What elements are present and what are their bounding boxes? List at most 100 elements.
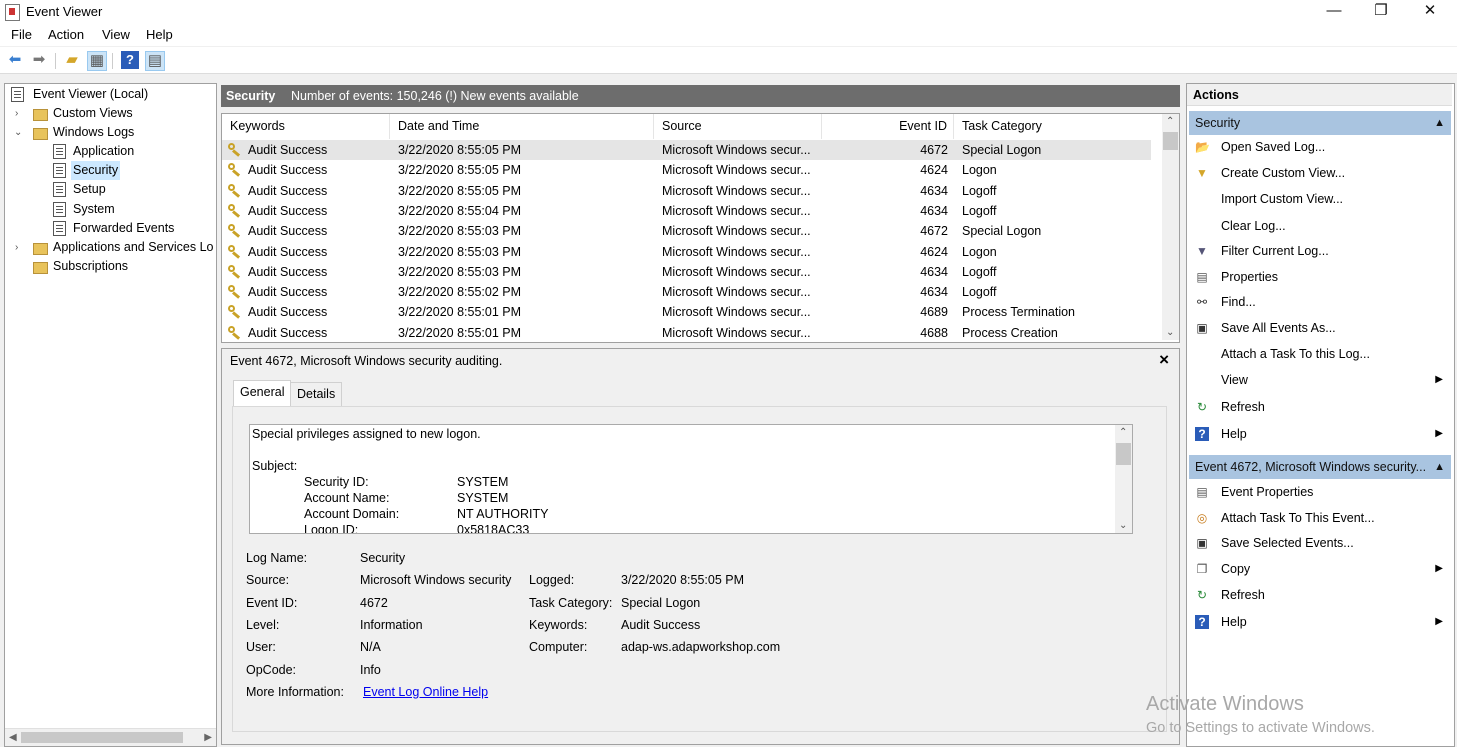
maximize-button[interactable]: ❐ bbox=[1358, 0, 1404, 24]
scroll-left-icon[interactable]: ◀ bbox=[9, 732, 17, 743]
close-button[interactable]: ✕ bbox=[1407, 0, 1453, 24]
action-label: Event Properties bbox=[1221, 485, 1314, 499]
table-row[interactable]: Audit Success 3/22/2020 8:55:04 PM Microso… bbox=[222, 201, 1151, 221]
tab-general[interactable]: General bbox=[233, 380, 292, 407]
action-item[interactable]: ▣ Save All Events As... bbox=[1189, 316, 1447, 340]
tab-details[interactable]: Details bbox=[290, 382, 343, 406]
menu-action[interactable]: Action bbox=[48, 27, 84, 42]
collapse-icon[interactable]: ▲ bbox=[1434, 455, 1445, 479]
column-header-task-category[interactable]: Task Category bbox=[954, 114, 1151, 139]
table-row[interactable]: Audit Success 3/22/2020 8:55:01 PM Microso… bbox=[222, 323, 1151, 342]
action-item[interactable]: ▣ Save Selected Events... bbox=[1189, 531, 1447, 555]
cell-task-category: Logon bbox=[962, 244, 997, 259]
window-title: Event Viewer bbox=[26, 4, 103, 19]
minimize-button[interactable]: — bbox=[1311, 0, 1357, 24]
events-table: Keywords Date and Time Source Event ID T… bbox=[221, 113, 1180, 343]
action-item[interactable]: ↻ Refresh bbox=[1189, 395, 1447, 419]
tree-item-windows-logs[interactable]: ⌄ Windows Logs bbox=[11, 123, 211, 142]
tree-label: Subscriptions bbox=[53, 259, 129, 273]
table-row[interactable]: Audit Success 3/22/2020 8:55:05 PM Microso… bbox=[222, 140, 1151, 160]
close-icon[interactable]: × bbox=[1159, 350, 1169, 370]
scroll-thumb[interactable] bbox=[1163, 132, 1178, 150]
show-hide-action-pane-icon[interactable]: ▤ bbox=[145, 51, 165, 71]
event-viewer-icon bbox=[11, 87, 24, 102]
column-header-source[interactable]: Source bbox=[654, 114, 822, 139]
action-item[interactable]: ⚯ Find... bbox=[1189, 290, 1447, 314]
menu-view[interactable]: View bbox=[102, 27, 130, 42]
action-item[interactable]: ↻ Refresh bbox=[1189, 583, 1447, 607]
audit-success-key-icon bbox=[228, 143, 241, 156]
action-item[interactable]: View ▶ bbox=[1189, 368, 1447, 392]
actions-section-event[interactable]: Event 4672, Microsoft Windows security..… bbox=[1189, 455, 1451, 479]
show-hide-console-tree-icon[interactable]: ▦ bbox=[87, 51, 107, 71]
actions-section-security[interactable]: Security ▲ bbox=[1189, 111, 1451, 135]
action-item[interactable]: Attach a Task To this Log... bbox=[1189, 342, 1447, 366]
collapse-icon[interactable]: ▲ bbox=[1434, 111, 1445, 135]
table-row[interactable]: Audit Success 3/22/2020 8:55:03 PM Microso… bbox=[222, 242, 1151, 262]
prop-logged: 3/22/2020 8:55:05 PM bbox=[621, 573, 745, 587]
menu-file[interactable]: File bbox=[11, 27, 32, 42]
help-icon[interactable]: ? bbox=[121, 51, 139, 69]
scroll-up-icon[interactable]: ⌃ bbox=[1119, 427, 1127, 438]
action-item[interactable]: ◎ Attach Task To This Event... bbox=[1189, 506, 1447, 530]
table-row[interactable]: Audit Success 3/22/2020 8:55:05 PM Microso… bbox=[222, 181, 1151, 201]
description-field-label: Logon ID: bbox=[304, 523, 359, 534]
action-item[interactable]: ❐ Copy ▶ bbox=[1189, 557, 1447, 581]
scroll-down-icon[interactable]: ⌄ bbox=[1166, 327, 1174, 338]
table-row[interactable]: Audit Success 3/22/2020 8:55:03 PM Microso… bbox=[222, 262, 1151, 282]
action-item[interactable]: ? Help ▶ bbox=[1189, 422, 1447, 446]
action-item[interactable]: 📂 Open Saved Log... bbox=[1189, 135, 1447, 159]
chevron-right-icon[interactable]: › bbox=[15, 104, 25, 123]
forward-arrow-icon[interactable]: ➡ bbox=[30, 51, 48, 69]
up-folder-icon[interactable]: ▰ bbox=[63, 51, 81, 69]
prop-opcode: Info bbox=[360, 663, 381, 677]
scroll-up-icon[interactable]: ⌃ bbox=[1166, 116, 1174, 127]
cell-date-time: 3/22/2020 8:55:01 PM bbox=[398, 325, 522, 340]
action-item[interactable]: ▤ Properties bbox=[1189, 265, 1447, 289]
tree-item-apps-services[interactable]: › Applications and Services Lo bbox=[11, 238, 216, 257]
tree-horizontal-scrollbar[interactable]: ◀ ▶ bbox=[5, 728, 216, 746]
audit-success-key-icon bbox=[228, 325, 241, 339]
toolbar-divider bbox=[55, 53, 56, 69]
event-log-online-help-link[interactable]: Event Log Online Help bbox=[363, 685, 488, 699]
chevron-down-icon[interactable]: ⌄ bbox=[14, 123, 24, 142]
action-item[interactable]: ? Help ▶ bbox=[1189, 610, 1447, 634]
chevron-right-icon[interactable]: › bbox=[15, 238, 25, 257]
audit-success-key-icon bbox=[228, 183, 241, 197]
cell-date-time: 3/22/2020 8:55:05 PM bbox=[398, 163, 522, 178]
tree-label: Custom Views bbox=[53, 106, 133, 120]
column-header-keywords[interactable]: Keywords bbox=[222, 114, 390, 139]
scroll-right-icon[interactable]: ▶ bbox=[204, 732, 212, 743]
subscriptions-icon bbox=[33, 262, 48, 274]
scroll-down-icon[interactable]: ⌄ bbox=[1119, 520, 1127, 531]
submenu-arrow-icon: ▶ bbox=[1435, 563, 1443, 574]
table-row[interactable]: Audit Success 3/22/2020 8:55:02 PM Microso… bbox=[222, 282, 1151, 302]
tree-item-custom-views[interactable]: › Custom Views bbox=[11, 104, 211, 123]
action-item[interactable]: ▼ Create Custom View... bbox=[1189, 161, 1447, 185]
table-row[interactable]: Audit Success 3/22/2020 8:55:01 PM Microso… bbox=[222, 302, 1151, 322]
description-vertical-scrollbar[interactable]: ⌃ ⌄ bbox=[1115, 425, 1132, 533]
action-item[interactable]: ▤ Event Properties bbox=[1189, 480, 1447, 504]
column-header-event-id[interactable]: Event ID bbox=[822, 114, 954, 139]
action-item[interactable]: ▼ Filter Current Log... bbox=[1189, 239, 1447, 263]
prop-label: Level: bbox=[246, 618, 280, 632]
section-label: Security bbox=[1195, 116, 1241, 130]
scroll-thumb[interactable] bbox=[21, 732, 183, 743]
table-row[interactable]: Audit Success 3/22/2020 8:55:03 PM Microso… bbox=[222, 221, 1151, 241]
menu-help[interactable]: Help bbox=[146, 27, 173, 42]
table-vertical-scrollbar[interactable]: ⌃ ⌄ bbox=[1162, 114, 1179, 340]
help-icon: ? bbox=[1195, 427, 1209, 441]
table-row[interactable]: Audit Success 3/22/2020 8:55:05 PM Microso… bbox=[222, 160, 1151, 180]
cell-task-category: Logoff bbox=[962, 203, 997, 218]
log-header-summary: Number of events: 150,246 (!) New events… bbox=[291, 89, 579, 103]
cell-keywords: Audit Success bbox=[248, 203, 328, 218]
action-item[interactable]: Clear Log... bbox=[1189, 214, 1447, 238]
scroll-thumb[interactable] bbox=[1116, 443, 1131, 465]
back-arrow-icon[interactable]: ⬅ bbox=[6, 51, 24, 69]
column-header-date-time[interactable]: Date and Time bbox=[390, 114, 654, 139]
event-description[interactable]: Special privileges assigned to new logon… bbox=[249, 424, 1133, 534]
log-icon bbox=[53, 163, 66, 178]
action-label: View bbox=[1221, 373, 1248, 387]
action-item[interactable]: Import Custom View... bbox=[1189, 187, 1447, 211]
cell-source: Microsoft Windows secur... bbox=[662, 224, 811, 239]
